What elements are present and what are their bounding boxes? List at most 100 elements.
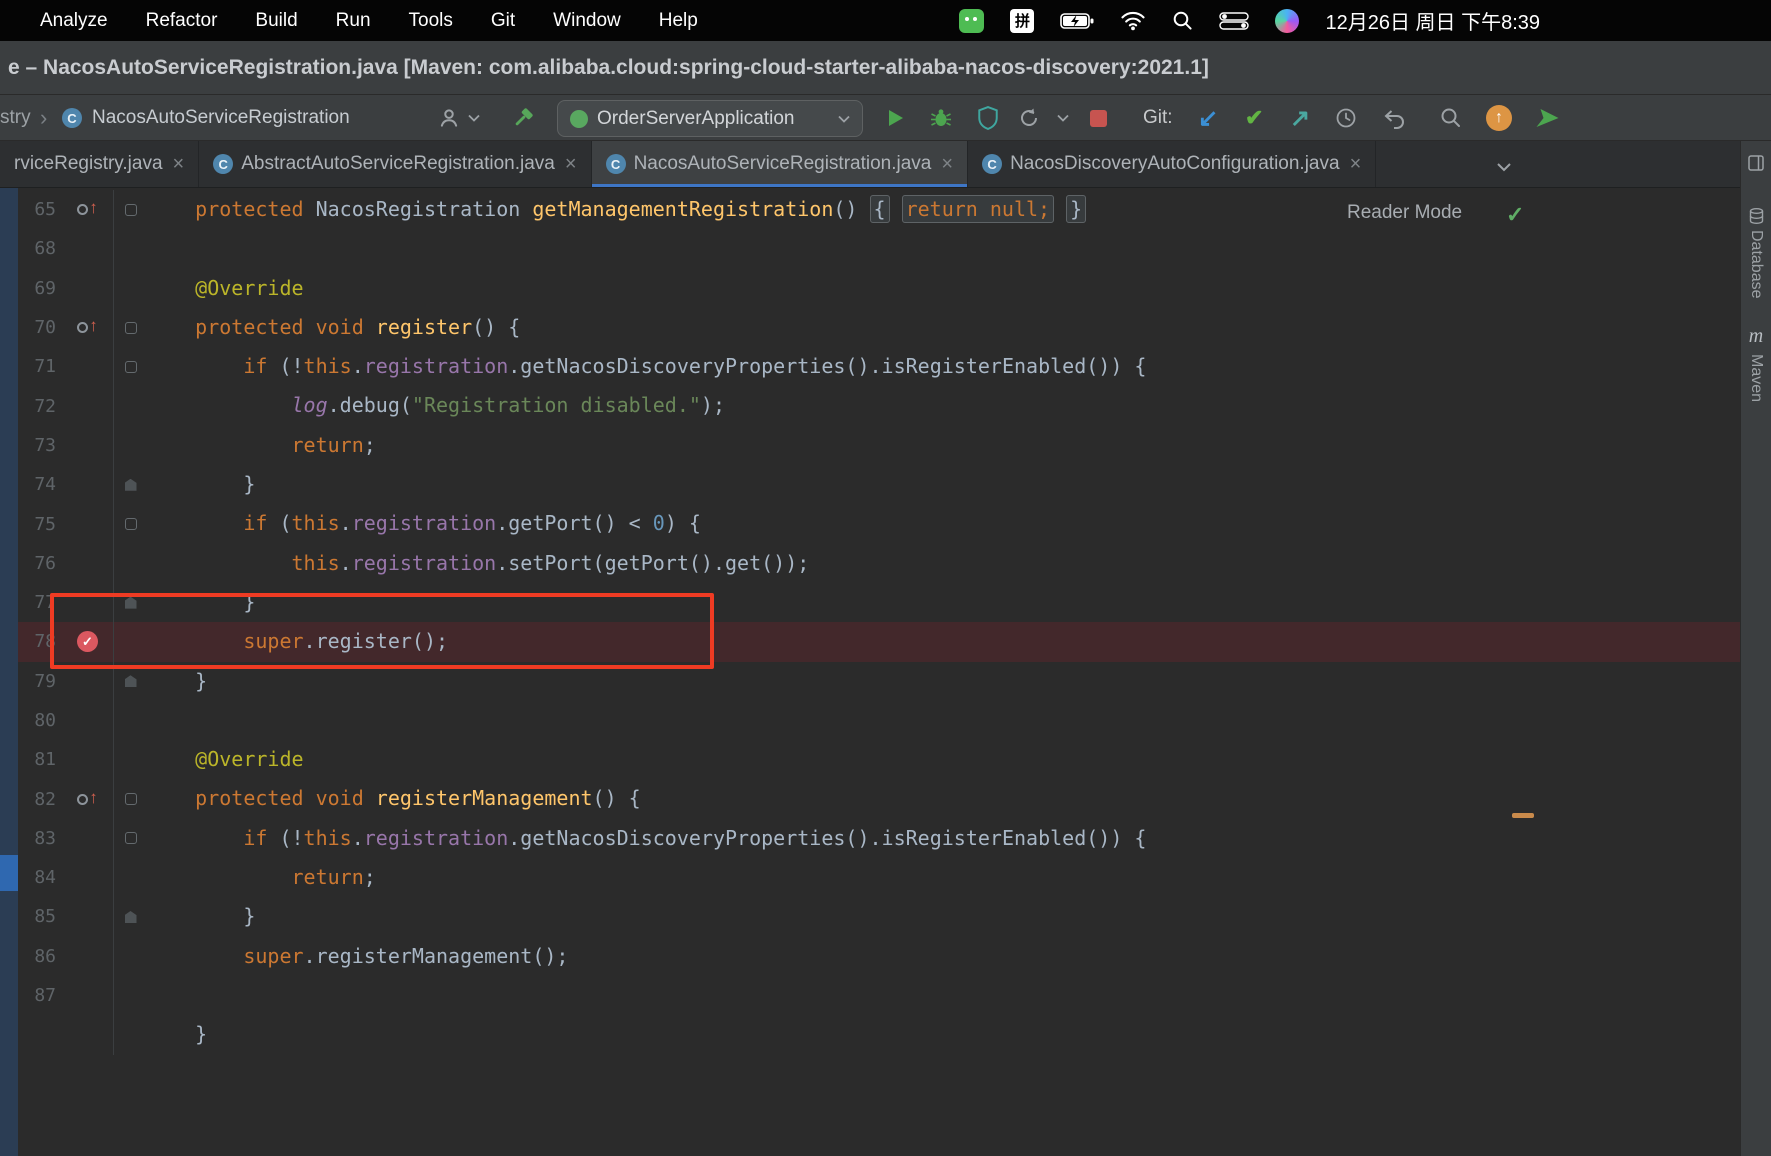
project-panel-selection bbox=[0, 855, 18, 891]
editor-tab[interactable]: C AbstractAutoServiceRegistration.java × bbox=[199, 141, 592, 187]
menu-item-window[interactable]: Window bbox=[553, 10, 621, 32]
editor-tab[interactable]: C NacosDiscoveryAutoConfiguration.java × bbox=[968, 141, 1377, 187]
debug-button[interactable] bbox=[929, 95, 953, 141]
code-text[interactable]: protected void registerManagement() { bbox=[147, 779, 641, 818]
run-configuration-select[interactable]: OrderServerApplication bbox=[557, 100, 863, 137]
code-text[interactable]: } bbox=[147, 1015, 207, 1054]
class-icon: C bbox=[982, 154, 1003, 174]
tool-window-button-maven[interactable]: m Maven bbox=[1747, 325, 1765, 402]
menu-item-git[interactable]: Git bbox=[491, 10, 515, 32]
fold-marker[interactable] bbox=[124, 478, 137, 491]
chevron-down-icon[interactable] bbox=[468, 95, 480, 141]
run-config-icon bbox=[570, 109, 588, 128]
code-text[interactable]: @Override bbox=[147, 740, 303, 779]
gutter-icon-area[interactable]: ↑ bbox=[62, 789, 113, 808]
code-text[interactable]: this.registration.setPort(getPort().get(… bbox=[147, 544, 810, 583]
run-button[interactable] bbox=[884, 95, 906, 141]
editor-tab[interactable]: rviceRegistry.java × bbox=[0, 141, 200, 187]
tab-close-icon[interactable]: × bbox=[941, 153, 953, 176]
menu-item-build[interactable]: Build bbox=[255, 10, 297, 32]
build-hammer-icon[interactable] bbox=[510, 95, 536, 141]
fold-marker[interactable] bbox=[124, 910, 137, 923]
fold-marker[interactable] bbox=[124, 518, 137, 531]
ide-update-notification-icon[interactable]: ↑ bbox=[1486, 95, 1512, 141]
code-with-me-icon[interactable] bbox=[438, 95, 460, 141]
fold-column bbox=[113, 504, 147, 544]
battery-charging-icon[interactable] bbox=[1060, 12, 1094, 30]
control-center-icon[interactable] bbox=[1219, 11, 1250, 30]
menu-item-refactor[interactable]: Refactor bbox=[146, 10, 218, 32]
overrides-method-icon[interactable]: ↑ bbox=[77, 789, 98, 808]
profiler-button[interactable] bbox=[1018, 95, 1040, 141]
reader-mode-toggle[interactable]: Reader Mode bbox=[1347, 202, 1462, 224]
spotlight-icon[interactable] bbox=[1172, 10, 1193, 31]
tool-window-button-database[interactable]: Database bbox=[1747, 208, 1765, 299]
code-text[interactable]: return; bbox=[147, 858, 376, 897]
menu-item-run[interactable]: Run bbox=[336, 10, 371, 32]
git-commit-button[interactable]: ✔ bbox=[1245, 95, 1263, 141]
code-text[interactable]: if (!this.registration.getNacosDiscovery… bbox=[147, 819, 1146, 858]
fold-marker[interactable] bbox=[124, 832, 137, 845]
stop-button[interactable] bbox=[1090, 95, 1107, 141]
wifi-icon[interactable] bbox=[1120, 10, 1146, 31]
fold-marker[interactable] bbox=[124, 203, 137, 216]
input-method-badge[interactable]: 拼 bbox=[1010, 8, 1035, 33]
history-icon[interactable] bbox=[1335, 95, 1357, 141]
tab-close-icon[interactable]: × bbox=[1350, 153, 1362, 176]
code-line: 75 if (this.registration.getPort() < 0) … bbox=[18, 504, 1740, 544]
code-text[interactable]: @Override bbox=[147, 269, 303, 308]
tab-label: NacosDiscoveryAutoConfiguration.java bbox=[1010, 153, 1340, 174]
line-number: 79 bbox=[34, 670, 56, 692]
gutter-icon-area[interactable]: ↑ bbox=[62, 317, 113, 336]
tab-close-icon[interactable]: × bbox=[173, 153, 185, 176]
siri-icon[interactable] bbox=[1275, 8, 1300, 33]
line-number: 65 bbox=[34, 199, 56, 221]
overrides-method-icon[interactable]: ↑ bbox=[77, 199, 98, 218]
code-text[interactable]: protected void register() { bbox=[147, 308, 520, 347]
menu-item-tools[interactable]: Tools bbox=[409, 10, 453, 32]
overrides-method-icon[interactable]: ↑ bbox=[77, 317, 98, 336]
fold-column bbox=[113, 700, 147, 741]
tab-close-icon[interactable]: × bbox=[565, 153, 577, 176]
code-text[interactable]: super.registerManagement(); bbox=[147, 937, 568, 976]
code-text[interactable]: } bbox=[147, 897, 255, 936]
inspections-ok-icon[interactable]: ✓ bbox=[1506, 202, 1524, 228]
fold-column bbox=[113, 818, 147, 859]
run-with-coverage-button[interactable] bbox=[977, 95, 999, 141]
fold-marker[interactable] bbox=[124, 321, 137, 334]
code-text[interactable]: if (!this.registration.getNacosDiscovery… bbox=[147, 347, 1146, 386]
rollback-icon[interactable] bbox=[1383, 95, 1407, 141]
breadcrumb-prefix[interactable]: stry bbox=[0, 95, 31, 141]
editor[interactable]: 65 ↑ protected NacosRegistration getManag… bbox=[18, 188, 1740, 1156]
fold-column bbox=[113, 975, 147, 1016]
code-text[interactable]: return; bbox=[147, 426, 376, 465]
wechat-icon[interactable] bbox=[959, 8, 985, 33]
git-update-button[interactable]: ↙ bbox=[1198, 95, 1218, 141]
project-panel-strip[interactable] bbox=[0, 188, 18, 1156]
editor-tab[interactable]: C NacosAutoServiceRegistration.java × bbox=[591, 141, 969, 187]
gutter-icon-area[interactable]: ↑ bbox=[62, 199, 113, 218]
code-text[interactable]: log.debug("Registration disabled."); bbox=[147, 386, 726, 425]
send-feedback-icon[interactable] bbox=[1534, 95, 1561, 141]
code-text[interactable]: } bbox=[147, 465, 255, 504]
chevron-down-icon[interactable] bbox=[1057, 95, 1069, 141]
menu-item-help[interactable]: Help bbox=[659, 10, 698, 32]
code-text[interactable]: protected NacosRegistration getManagemen… bbox=[147, 190, 1087, 229]
tool-window-layout-icon[interactable] bbox=[1748, 155, 1764, 176]
menu-item-analyze[interactable]: Analyze bbox=[40, 10, 108, 32]
breadcrumb-class-name[interactable]: NacosAutoServiceRegistration bbox=[92, 95, 350, 141]
fold-marker[interactable] bbox=[124, 360, 137, 373]
ide-window: Analyze Refactor Build Run Tools Git Window Hel… bbox=[0, 0, 1771, 1156]
highlight-annotation-rectangle bbox=[50, 593, 714, 669]
fold-marker[interactable] bbox=[124, 675, 137, 688]
line-number: 81 bbox=[34, 749, 56, 771]
fold-marker[interactable] bbox=[124, 793, 137, 806]
search-everywhere-icon[interactable] bbox=[1440, 95, 1462, 141]
fold-column bbox=[113, 229, 147, 269]
tab-overflow-chevron-icon[interactable] bbox=[1496, 159, 1512, 177]
code-text[interactable]: if (this.registration.getPort() < 0) { bbox=[147, 504, 701, 543]
line-number: 74 bbox=[34, 474, 56, 496]
code-line: 73 return; bbox=[18, 425, 1740, 466]
git-push-button[interactable]: ↗ bbox=[1290, 95, 1310, 141]
menu-datetime[interactable]: 12月26日 周日 下午8:39 bbox=[1325, 6, 1540, 35]
